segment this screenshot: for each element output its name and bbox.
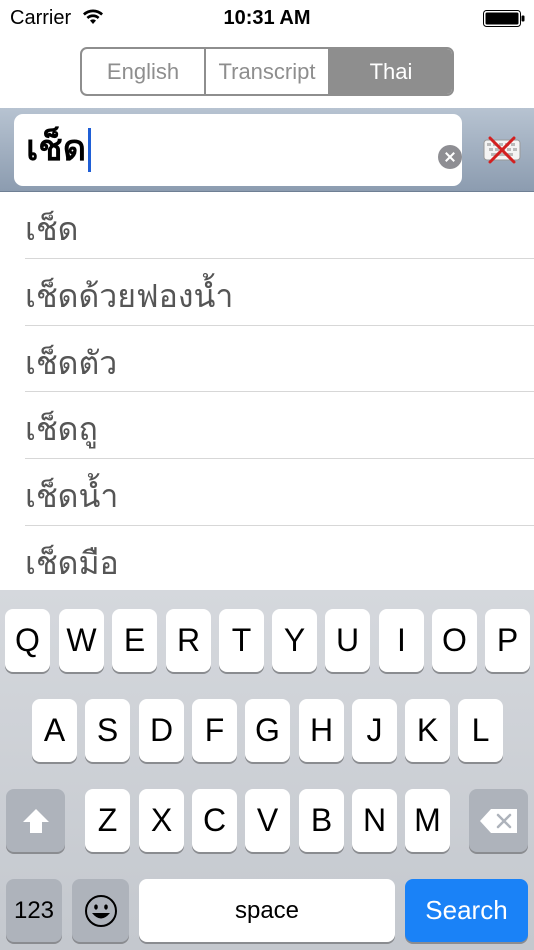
segment-thai[interactable]: Thai — [330, 49, 452, 94]
hide-keyboard-icon[interactable] — [482, 134, 522, 166]
key-t[interactable]: T — [219, 609, 264, 672]
shift-icon — [22, 808, 49, 833]
status-bar: Carrier 10:31 AM — [0, 0, 534, 38]
key-m[interactable]: M — [405, 789, 450, 852]
key-u[interactable]: U — [325, 609, 370, 672]
results-list: เช็ด เช็ดด้วยฟองน้ำ เช็ดตัว เช็ดถู เช็ดน… — [0, 192, 534, 593]
key-b[interactable]: B — [299, 789, 344, 852]
segment-transcript[interactable]: Transcript — [206, 49, 330, 94]
clock: 10:31 AM — [223, 7, 311, 29]
key-v[interactable]: V — [245, 789, 290, 852]
delete-key[interactable] — [469, 789, 528, 852]
emoji-icon — [84, 894, 117, 927]
clear-icon[interactable] — [438, 145, 462, 169]
key-f[interactable]: F — [192, 699, 237, 762]
key-h[interactable]: H — [299, 699, 344, 762]
list-item[interactable]: เช็ดมือ — [25, 526, 534, 593]
backspace-icon — [479, 808, 517, 833]
key-c[interactable]: C — [192, 789, 237, 852]
key-r[interactable]: R — [166, 609, 211, 672]
key-k[interactable]: K — [405, 699, 450, 762]
search-input-value: เช็ด — [26, 124, 92, 174]
key-s[interactable]: S — [85, 699, 130, 762]
key-l[interactable]: L — [458, 699, 503, 762]
list-item[interactable]: เช็ดน้ำ — [25, 459, 534, 526]
key-y[interactable]: Y — [272, 609, 317, 672]
search-key[interactable]: Search — [405, 879, 528, 942]
key-x[interactable]: X — [139, 789, 184, 852]
language-segmented-control: English Transcript Thai — [80, 47, 454, 96]
numbers-key[interactable]: 123 — [6, 879, 62, 942]
list-item[interactable]: เช็ดด้วยฟองน้ำ — [25, 259, 534, 326]
key-o[interactable]: O — [432, 609, 477, 672]
search-bar: เช็ด — [0, 108, 534, 192]
list-item[interactable]: เช็ด — [25, 192, 534, 259]
segment-english[interactable]: English — [82, 49, 206, 94]
keyboard: Q W E R T Y U I O P A S D F G H J K L Z … — [0, 590, 534, 950]
key-g[interactable]: G — [245, 699, 290, 762]
space-key[interactable]: space — [139, 879, 395, 942]
key-j[interactable]: J — [352, 699, 397, 762]
battery-icon — [483, 10, 525, 27]
key-q[interactable]: Q — [5, 609, 50, 672]
key-i[interactable]: I — [379, 609, 424, 672]
emoji-key[interactable] — [72, 879, 129, 942]
key-n[interactable]: N — [352, 789, 397, 852]
key-d[interactable]: D — [139, 699, 184, 762]
search-input[interactable]: เช็ด — [14, 114, 462, 186]
key-p[interactable]: P — [485, 609, 530, 672]
key-e[interactable]: E — [112, 609, 157, 672]
list-item[interactable]: เช็ดถู — [25, 392, 534, 460]
list-item[interactable]: เช็ดตัว — [25, 326, 534, 393]
key-z[interactable]: Z — [85, 789, 130, 852]
key-a[interactable]: A — [32, 699, 77, 762]
shift-key[interactable] — [6, 789, 65, 852]
key-w[interactable]: W — [59, 609, 104, 672]
text-caret — [88, 128, 92, 172]
